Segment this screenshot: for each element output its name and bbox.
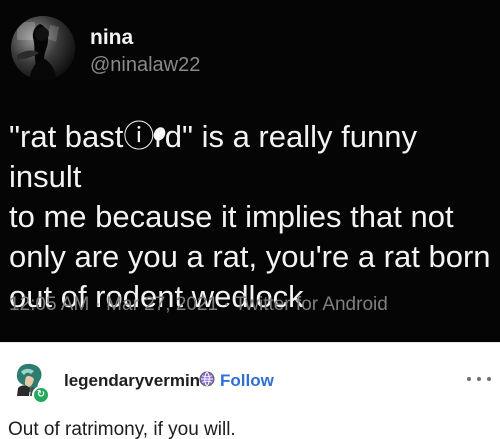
more-dot — [477, 377, 481, 381]
meta-separator: · — [218, 294, 235, 315]
tweet-card: nina @ninalaw22 "rat bastⓘrd" is a reall… — [0, 0, 500, 342]
tweet-date: Mar 27, 2021 — [106, 294, 219, 315]
tweet-metadata: 12:05 AM · Mar 27, 2021 · Twitter for An… — [9, 295, 388, 314]
tweet-author-handle[interactable]: @ninalaw22 — [90, 55, 200, 75]
more-options-icon[interactable] — [467, 374, 491, 384]
reply-text: Out of ratrimony, if you will. — [8, 419, 236, 439]
tweet-author-name[interactable]: nina — [90, 27, 133, 48]
tumblr-reply: ↻ legendaryvermin Follow Out of ratrimon… — [0, 342, 500, 439]
profile-photo-icon — [11, 16, 75, 80]
more-dot — [467, 377, 471, 381]
tweet-time: 12:05 AM — [9, 294, 90, 315]
tweet-source[interactable]: Twitter for Android — [235, 294, 388, 315]
reblog-badge-icon: ↻ — [32, 386, 50, 404]
meta-separator: · — [89, 294, 107, 315]
more-dot — [487, 377, 491, 381]
reply-username[interactable]: legendaryvermin — [64, 372, 200, 389]
globe-icon — [199, 371, 215, 387]
screenshot-frame: nina @ninalaw22 "rat bastⓘrd" is a reall… — [0, 0, 500, 439]
follow-button[interactable]: Follow — [220, 371, 274, 389]
tweet-text: "rat bastⓘrd" is a really funny insult t… — [9, 119, 491, 314]
